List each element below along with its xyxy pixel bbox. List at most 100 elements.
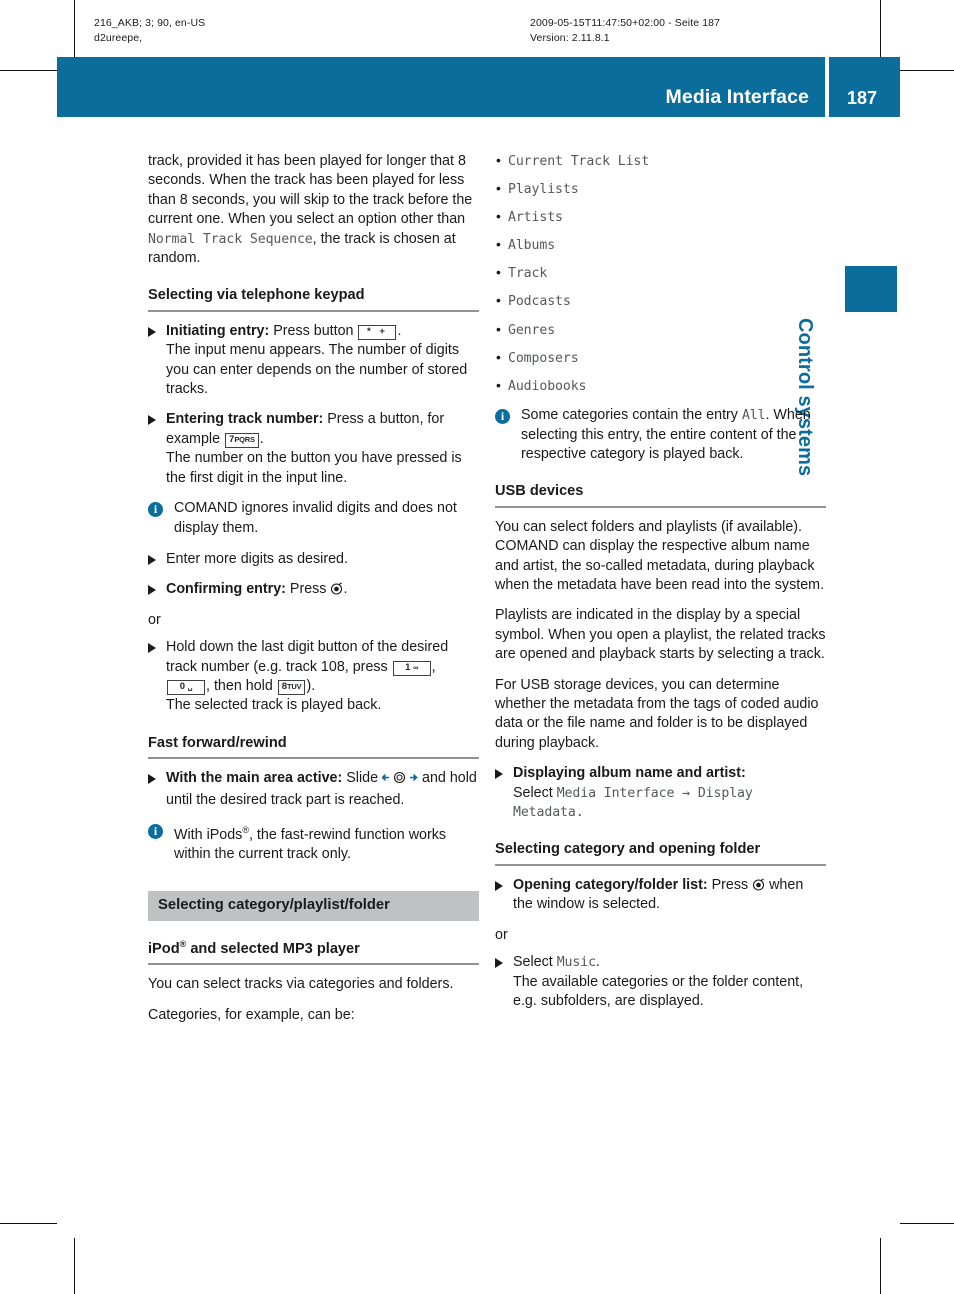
list-item: Current Track List: [495, 151, 826, 171]
step-entering-suffix: .: [259, 430, 264, 447]
list-item: Track: [495, 263, 826, 283]
or-label-1: or: [148, 611, 161, 628]
heading-usb-devices: USB devices: [495, 482, 826, 508]
heading-selecting-via-telephone-keypad: Selecting via telephone keypad: [148, 286, 479, 312]
paragraph-categories-intro: Categories, for example, can be:: [148, 1006, 355, 1023]
step-hold-followup: The selected track is played back.: [166, 697, 382, 714]
crop-mark-bottom-left-vertical: [74, 1238, 75, 1294]
step-select-music-followup: The available categories or the folder c…: [513, 973, 804, 1009]
step-select-music: Select Music. The available categories o…: [495, 953, 826, 1011]
note-all-mono-term: All: [741, 408, 766, 424]
step-arrow-icon: [495, 880, 503, 891]
list-item: Artists: [495, 207, 826, 227]
category-label: Composers: [508, 350, 579, 366]
page-number: 187: [847, 88, 878, 108]
step-hold-text-after: ).: [306, 677, 316, 694]
or-label-right: or: [495, 926, 508, 943]
slide-left-right-controller-icon: [381, 771, 418, 790]
step-arrow-icon: [495, 769, 503, 780]
step-initiating-entry: Initiating entry: Press button * +. The …: [148, 322, 479, 400]
registered-mark: ®: [242, 824, 249, 835]
page-number-band: 187: [829, 57, 900, 117]
page-title: Media Interface: [665, 86, 809, 108]
page-title-band: Media Interface: [57, 57, 825, 117]
note-all-part1: Some categories contain the entry: [521, 407, 742, 424]
note-ipods-fast-rewind: i With iPods®, the fast-rewind function …: [148, 821, 479, 865]
key-7-pqrs-icon: 7PQRS: [225, 432, 259, 448]
note-comand-invalid-digits: i COMAND ignores invalid digits and does…: [148, 499, 479, 538]
step-initiating-suffix: .: [397, 322, 402, 339]
step-opening-category-folder-list: Opening category/folder list: Press when…: [495, 876, 826, 915]
heading-ipod-mp3-player: iPod® and selected MP3 player: [148, 935, 479, 966]
info-icon: i: [495, 409, 510, 425]
step-select-music-suffix: .: [595, 954, 600, 971]
step-arrow-icon: [148, 326, 156, 337]
step-arrow-icon: [148, 643, 156, 654]
step-displaying-label: Displaying album name and artist:: [513, 765, 746, 782]
heading-ipod-part1: iPod: [148, 940, 180, 957]
star-plus-key-icon: * +: [358, 324, 397, 340]
step-opening-text: Press: [707, 876, 753, 893]
step-arrow-icon: [148, 585, 156, 596]
category-label: Albums: [508, 238, 556, 254]
crop-mark-bottom-right-vertical: [880, 1238, 881, 1294]
list-item: Audiobooks: [495, 376, 826, 396]
list-item: Albums: [495, 235, 826, 255]
key-0-space-icon: 0 ␣: [167, 679, 205, 695]
step-confirming-entry: Confirming entry: Press .: [148, 580, 479, 599]
crop-mark-top-left-horizontal: [0, 70, 57, 71]
step-arrow-icon: [495, 958, 503, 969]
step-initiating-text: Press button: [269, 322, 358, 339]
crop-mark-top-right-horizontal: [900, 70, 954, 71]
category-label: Artists: [508, 210, 563, 226]
paragraph-select-tracks: You can select tracks via categories and…: [148, 976, 454, 993]
crop-mark-top-left-vertical: [74, 0, 75, 58]
print-slug-right: 2009-05-15T11:47:50+02:00 - Seite 187 Ve…: [530, 17, 721, 44]
category-label: Track: [508, 266, 548, 282]
step-select-music-text: Select: [513, 954, 557, 971]
list-item: Playlists: [495, 179, 826, 199]
menu-path-media-interface: Media Interface: [556, 785, 675, 801]
chapter-thumb-tab: [845, 266, 897, 312]
info-icon: i: [148, 502, 163, 518]
step-confirming-suffix: .: [343, 581, 348, 598]
note-comand-text: COMAND ignores invalid digits and does n…: [174, 500, 457, 536]
step-confirming-text: Press: [285, 581, 331, 598]
note-all-entry: i Some categories contain the entry All.…: [495, 406, 826, 464]
step-entering-track-number: Entering track number: Press a button, f…: [148, 410, 479, 488]
category-label: Podcasts: [508, 294, 571, 310]
paragraph-usb-1: You can select folders and playlists (if…: [495, 518, 825, 593]
step-enter-more-digits: Enter more digits as desired.: [148, 550, 479, 569]
category-label: Playlists: [508, 182, 579, 198]
step-initiating-label: Initiating entry:: [166, 322, 270, 339]
step-arrow-icon: [148, 774, 156, 785]
step-displaying-album-artist: Displaying album name and artist: Select…: [495, 764, 826, 822]
category-label: Current Track List: [508, 154, 650, 169]
step-enter-more-digits-text: Enter more digits as desired.: [166, 550, 348, 567]
crop-mark-bottom-right-horizontal: [900, 1223, 954, 1224]
paragraph-usb-3: For USB storage devices, you can determi…: [495, 676, 819, 751]
menu-item-music: Music: [556, 955, 596, 971]
intro-paragraph: track, provided it has been played for l…: [148, 152, 479, 268]
crop-mark-top-right-vertical: [880, 0, 881, 58]
step-initiating-followup: The input menu appears. The number of di…: [166, 342, 468, 398]
info-icon: i: [148, 823, 163, 839]
step-displaying-text: Select: [513, 784, 557, 801]
right-column: Current Track List Playlists Artists Alb…: [495, 151, 826, 1022]
controller-press-icon: [752, 878, 765, 891]
step-main-area-label: With the main area active:: [166, 770, 343, 787]
intro-mono-term: Normal Track Sequence: [148, 231, 313, 247]
step-entering-followup: The number on the button you have presse…: [166, 450, 462, 486]
step-displaying-suffix: .: [575, 805, 584, 821]
left-column: track, provided it has been played for l…: [148, 152, 479, 1036]
category-list: Current Track List Playlists Artists Alb…: [495, 151, 826, 396]
step-opening-label: Opening category/folder list:: [513, 876, 708, 893]
step-entering-label: Entering track number:: [166, 411, 324, 428]
step-main-area-active: With the main area active: Slide and hol…: [148, 769, 479, 810]
key-8-tuv-icon: 8TUV: [277, 679, 306, 695]
list-item: Genres: [495, 320, 826, 340]
print-slug-left: 216_AKB; 3; 90, en-US d2ureepe,: [94, 17, 206, 44]
section-bar-selecting-category: Selecting category/playlist/folder: [148, 890, 479, 921]
heading-ipod-part2: and selected MP3 player: [186, 940, 360, 957]
menu-path-arrow-icon: →: [682, 785, 690, 801]
